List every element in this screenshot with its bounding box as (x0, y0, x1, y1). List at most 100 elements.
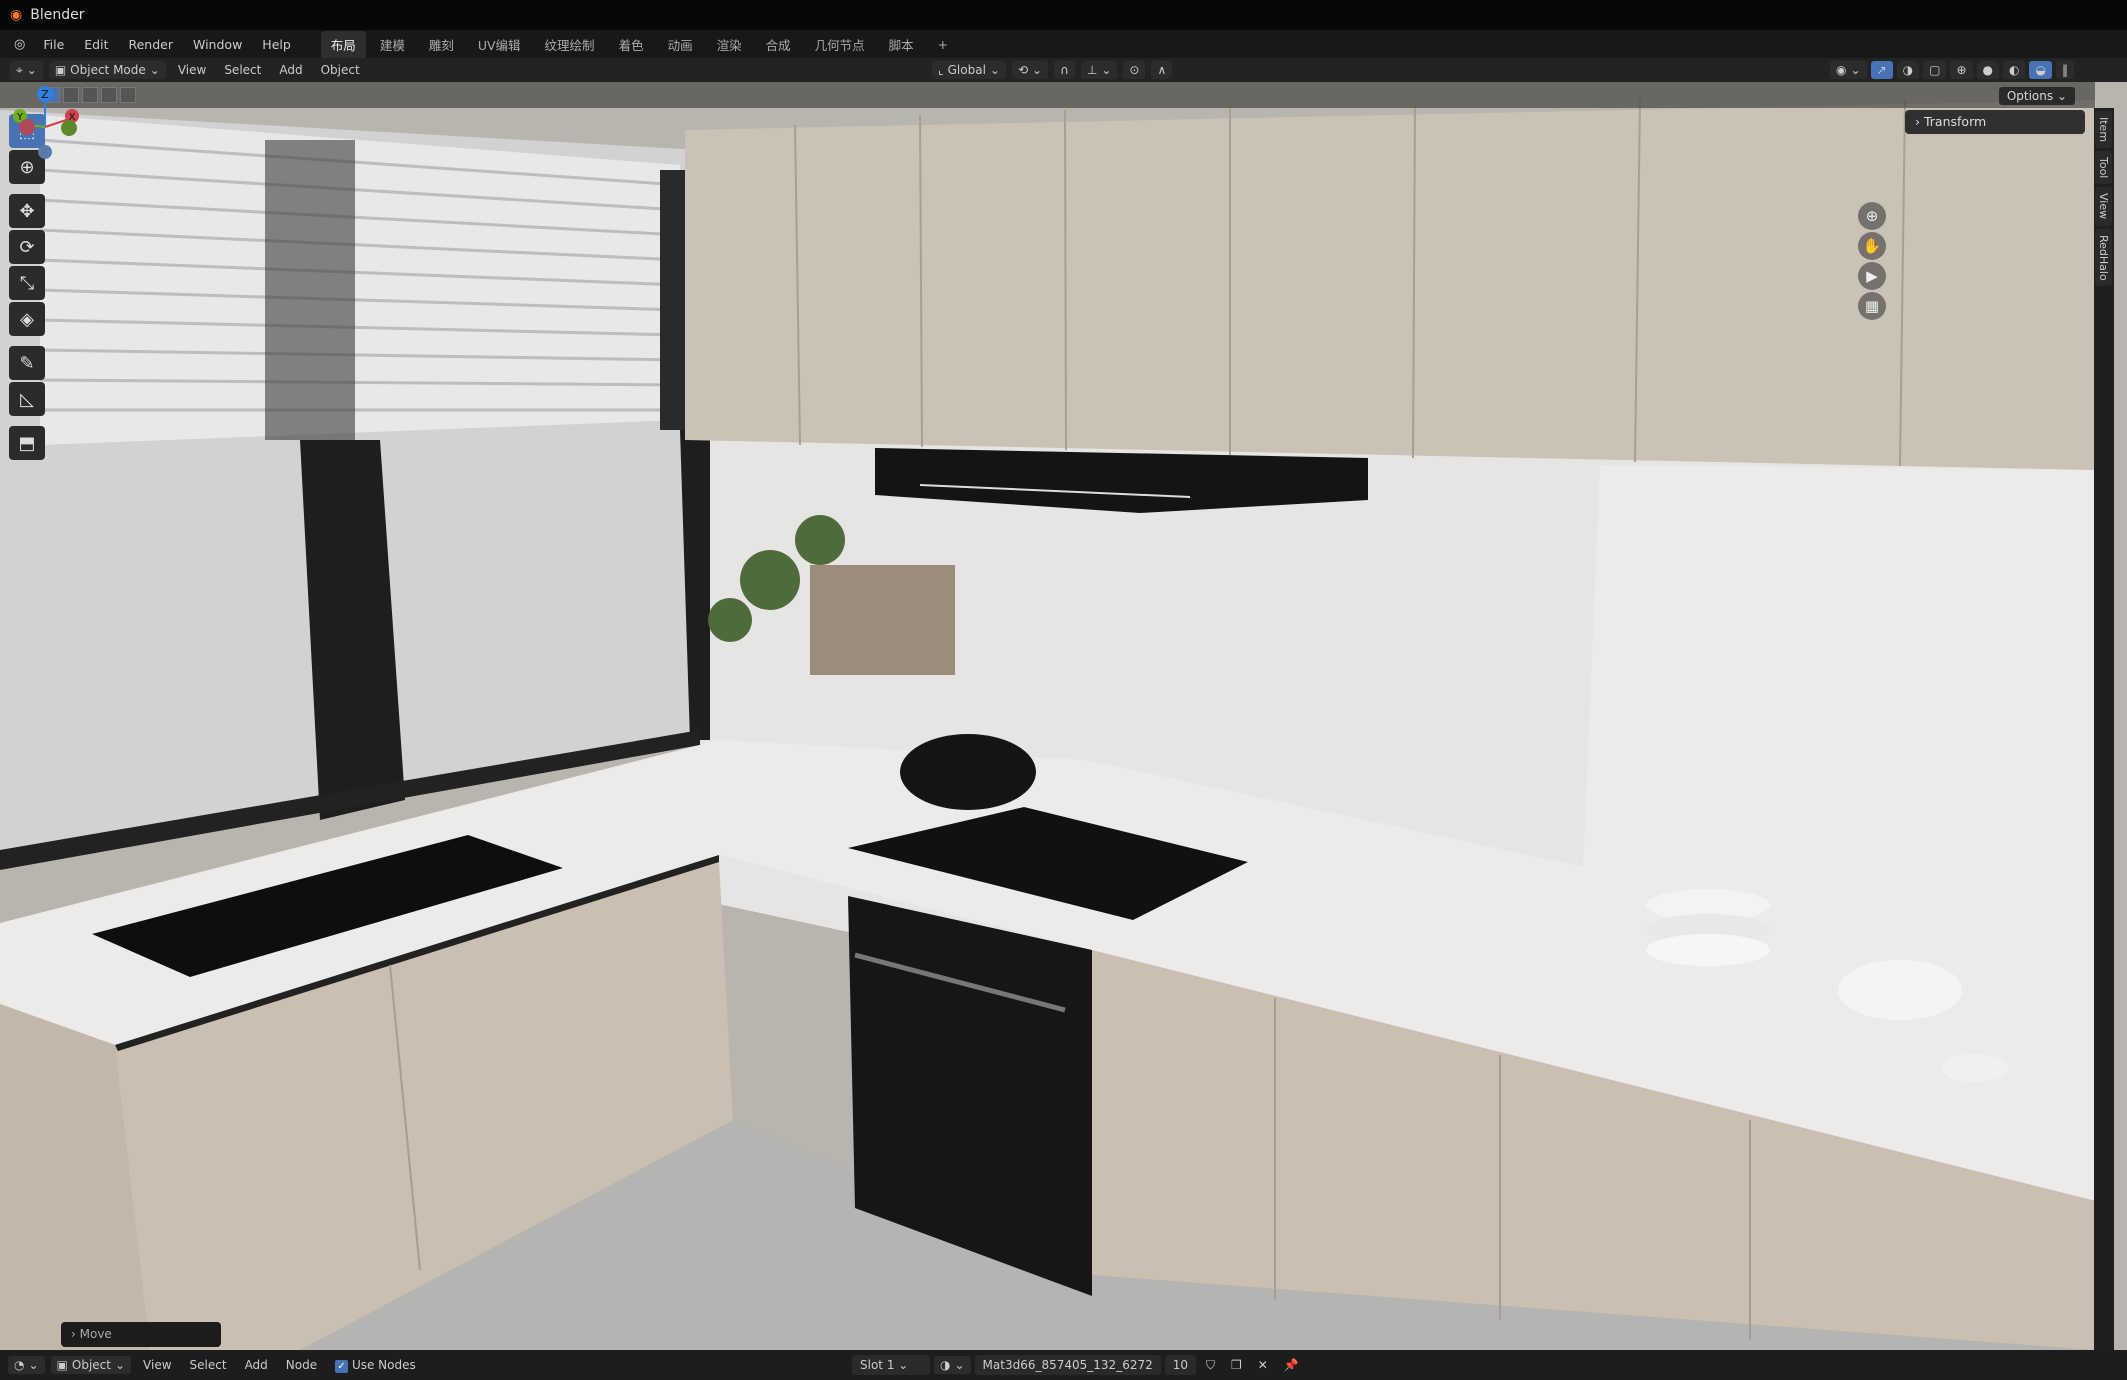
menu-render[interactable]: Render (120, 34, 181, 55)
editor-type-icon: ⌖ (16, 62, 23, 77)
overlay-toggle[interactable]: ◑ (1896, 61, 1920, 79)
editor-type-button[interactable]: ⌖ ⌄ (10, 60, 43, 80)
menu-help[interactable]: Help (254, 34, 299, 55)
transform-panel[interactable]: › Transform (1905, 110, 2085, 134)
snap-icon: ⊥ (1086, 63, 1098, 77)
workspace-tab[interactable]: 建模 (370, 31, 415, 58)
menu-view[interactable]: View (137, 1356, 177, 1374)
workspace-tab[interactable]: 动画 (658, 31, 703, 58)
workspace-tab[interactable]: UV编辑 (468, 31, 531, 58)
workspace-tab[interactable]: 纹理绘制 (535, 31, 605, 58)
workspace-tab[interactable]: 脚本 (879, 31, 924, 58)
slot-select[interactable]: Slot 1 ⌄ (852, 1355, 930, 1375)
proportional-edit-toggle[interactable]: ⊙ (1123, 61, 1146, 79)
tab-tool[interactable]: Tool (2095, 151, 2112, 185)
pin-icon[interactable]: 📌 (1278, 1356, 1305, 1374)
workspace-tab[interactable]: 几何节点 (805, 31, 875, 58)
workspace-tab[interactable]: 布局 (320, 30, 366, 58)
camera-view-button[interactable]: ▶ (1858, 262, 1886, 290)
transform-tool[interactable]: ◈ (9, 302, 45, 336)
add-cube-tool[interactable]: ⬒ (9, 426, 45, 460)
xray-toggle[interactable]: ▢ (1923, 61, 1947, 79)
menu-file[interactable]: File (35, 34, 72, 55)
blender-menu-icon[interactable]: ◎ (8, 37, 31, 52)
material-sphere-icon: ◑ (940, 1358, 951, 1372)
perspective-toggle[interactable]: ▦ (1858, 292, 1886, 320)
rotate-tool[interactable]: ⟳ (9, 230, 45, 264)
tab-view[interactable]: View (2095, 187, 2112, 226)
falloff-button[interactable]: ∧ (1151, 61, 1173, 79)
workspace-tab[interactable]: 合成 (756, 31, 801, 58)
shader-type-select[interactable]: ▣ Object ⌄ (50, 1356, 132, 1374)
material-browse-button[interactable]: ◑ ⌄ (934, 1356, 971, 1374)
workspace-tab[interactable]: 渲染 (707, 31, 752, 58)
checkbox-icon: ✓ (335, 1359, 349, 1373)
workspace-tab[interactable]: 着色 (609, 31, 654, 58)
unlink-icon[interactable]: ✕ (1252, 1356, 1274, 1374)
rendered-shading[interactable]: ◒ (2029, 61, 2052, 79)
viewport-tool-header: Options ⌄ (0, 82, 2095, 108)
solid-shading[interactable]: ● (1976, 61, 1999, 79)
material-name-field[interactable]: Mat3d66_857405_132_6272 (974, 1355, 1161, 1375)
pivot-icon: ⟲ (1017, 63, 1029, 77)
bowl (1838, 960, 1962, 1020)
gizmo-icon: ↗ (1876, 63, 1887, 77)
pause-button[interactable]: ‖ (2055, 61, 2074, 79)
top-menu-bar: ◎ File Edit Render Window Help 布局 建模 雕刻 … (0, 30, 2127, 58)
shader-editor-header: ◔ ⌄ ▣ Object ⌄ View Select Add Node ✓ Use … (0, 1350, 2127, 1380)
svg-text:Z: Z (41, 88, 49, 101)
gizmo-toggle[interactable]: ↗ (1870, 61, 1893, 79)
menu-window[interactable]: Window (185, 34, 250, 55)
kitchen-render (0, 82, 2127, 1350)
use-nodes-checkbox[interactable]: ✓ Use Nodes (329, 1356, 422, 1375)
menu-select[interactable]: Select (218, 61, 267, 79)
plates (1646, 889, 1770, 966)
snap-toggle[interactable]: ∩ (1054, 61, 1075, 79)
pan-view-button[interactable]: ✋ (1858, 232, 1886, 260)
menu-view[interactable]: View (172, 61, 212, 79)
last-operator-panel[interactable]: › Move (61, 1322, 221, 1347)
menu-add[interactable]: Add (239, 1356, 274, 1374)
visibility-button[interactable]: ◉ ⌄ (1830, 61, 1867, 79)
menu-node[interactable]: Node (280, 1356, 323, 1374)
add-workspace-button[interactable]: + (928, 33, 958, 56)
falloff-icon: ∧ (1157, 63, 1167, 77)
sidebar-tabs: Item Tool View RedHalo (2094, 108, 2114, 1350)
editor-type-button[interactable]: ◔ ⌄ (8, 1356, 45, 1374)
move-tool[interactable]: ✥ (9, 194, 45, 228)
app-title: Blender (30, 7, 85, 23)
grid-icon: ▦ (1864, 297, 1880, 315)
zoom-view-button[interactable]: ⊕ (1858, 202, 1886, 230)
pivot-button[interactable]: ⟲ ⌄ (1011, 61, 1049, 79)
wireframe-icon: ⊕ (1956, 63, 1967, 77)
wireframe-shading[interactable]: ⊕ (1950, 61, 1973, 79)
3d-viewport[interactable]: Options ⌄ ⬚ ⊕ ✥ ⟳ ⤡ ◈ ✎ ◺ ⬒ Z X Y ⊕ ✋ ▶ … (0, 82, 2127, 1350)
eye-icon: ◉ (1836, 63, 1847, 77)
workspace-tab[interactable]: 雕刻 (419, 31, 464, 58)
annotate-tool[interactable]: ✎ (9, 346, 45, 380)
object-mode-icon: ▣ (54, 63, 67, 77)
camera-icon: ▶ (1866, 267, 1878, 285)
material-shading[interactable]: ◐ (2002, 61, 2026, 79)
scale-tool[interactable]: ⤡ (9, 266, 45, 300)
menu-object[interactable]: Object (315, 61, 366, 79)
menu-edit[interactable]: Edit (76, 34, 116, 55)
xray-icon: ▢ (1929, 63, 1941, 77)
tab-item[interactable]: Item (2095, 111, 2112, 149)
object-icon: ▣ (56, 1358, 68, 1372)
user-count[interactable]: 10 (1164, 1355, 1197, 1375)
menu-add[interactable]: Add (273, 61, 308, 79)
mode-select[interactable]: ▣ Object Mode ⌄ (48, 61, 166, 79)
duplicate-icon[interactable]: ❐ (1225, 1356, 1248, 1374)
solid-icon: ● (1982, 63, 1993, 77)
menu-select[interactable]: Select (184, 1356, 233, 1374)
tab-redhalo[interactable]: RedHalo (2095, 228, 2112, 287)
orientation-select[interactable]: ⌞ Global ⌄ (932, 61, 1006, 79)
navigation-gizmo[interactable]: Z X Y (0, 82, 90, 172)
transform-icon: ◈ (20, 308, 34, 330)
options-button[interactable]: Options ⌄ (1998, 87, 2075, 105)
snap-target-button[interactable]: ⊥ ⌄ (1080, 61, 1118, 79)
viewport-header: ⌖ ⌄ ▣ Object Mode ⌄ View Select Add Object… (0, 58, 2127, 82)
fake-user-icon[interactable]: ⛉ (1200, 1356, 1221, 1375)
measure-tool[interactable]: ◺ (9, 382, 45, 416)
